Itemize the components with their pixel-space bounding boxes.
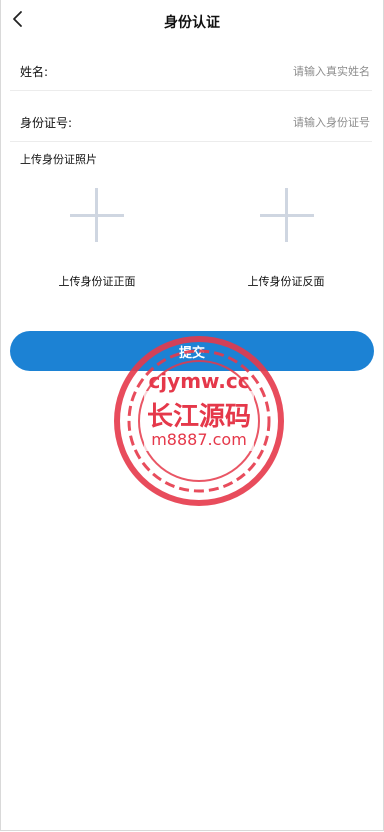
name-row: 姓名: <box>10 52 372 91</box>
plus-icon-vertical <box>285 188 288 242</box>
page-title: 身份认证 <box>164 15 220 31</box>
watermark-seal: cjymw.cc 长江源码 m8887.com <box>114 336 284 506</box>
upload-back-button[interactable] <box>260 186 320 246</box>
watermark-text-line2: 长江源码 <box>146 402 251 432</box>
plus-icon-vertical <box>95 188 98 242</box>
photo-section-title: 上传身份证照片 <box>20 153 97 166</box>
id-number-label: 身份证号: <box>20 116 73 130</box>
id-number-row: 身份证号: <box>10 103 372 142</box>
watermark-text-line3: m8887.com <box>151 430 247 449</box>
top-bar: 身份认证 <box>0 0 384 44</box>
upload-front-label: 上传身份证正面 <box>58 275 136 288</box>
upload-front-button[interactable] <box>70 186 130 246</box>
id-number-input[interactable] <box>198 111 372 133</box>
watermark-text-line1: cjymw.cc <box>148 369 250 393</box>
name-label: 姓名: <box>20 65 49 79</box>
name-input[interactable] <box>198 60 372 82</box>
upload-back-label: 上传身份证反面 <box>247 275 325 288</box>
